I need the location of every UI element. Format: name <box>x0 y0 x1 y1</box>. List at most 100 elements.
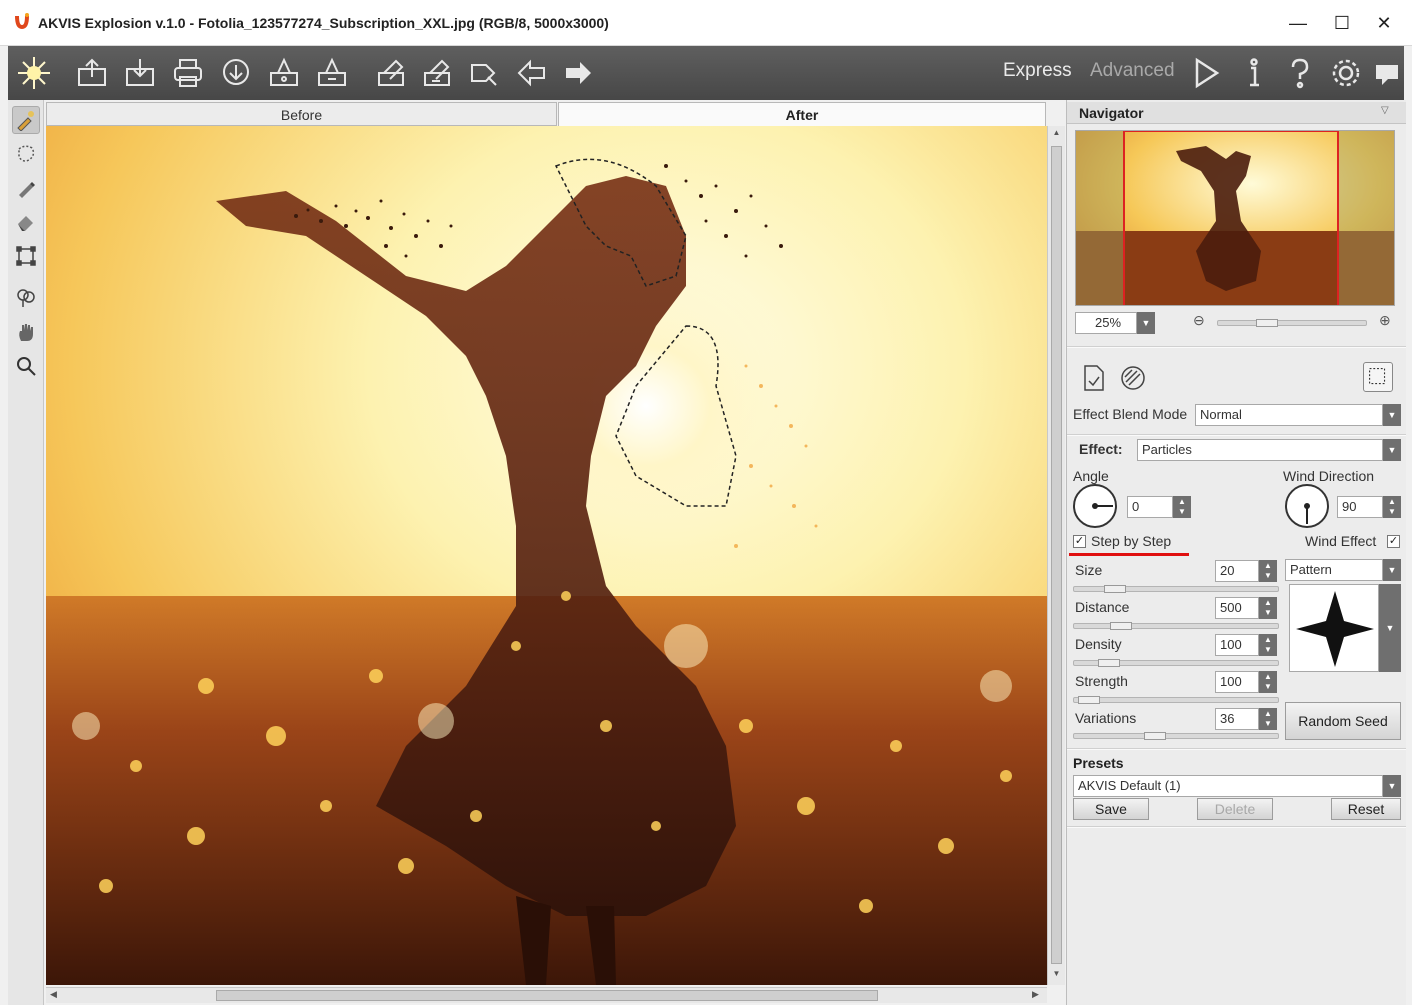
particle-shape-preview[interactable] <box>1289 584 1379 672</box>
navigator-preview[interactable] <box>1075 130 1395 306</box>
angle-dial[interactable] <box>1073 484 1117 528</box>
document-check-icon[interactable] <box>1081 364 1107 392</box>
zoom-slider[interactable] <box>1217 319 1367 327</box>
size-slider[interactable] <box>1073 585 1279 593</box>
chat-icon[interactable] <box>1370 55 1406 91</box>
tab-before[interactable]: Before <box>46 102 557 126</box>
variations-slider[interactable] <box>1073 732 1279 740</box>
distance-field[interactable]: 500 <box>1215 597 1259 619</box>
strength-field[interactable]: 100 <box>1215 671 1259 693</box>
density-label: Density <box>1075 636 1122 652</box>
background-tool-icon[interactable] <box>12 284 40 312</box>
angle-spinner[interactable]: ▲ ▼ <box>1173 496 1191 518</box>
preset-select[interactable]: AKVIS Default (1) <box>1073 775 1383 797</box>
save-preset-button[interactable]: Save <box>1073 798 1149 820</box>
photo-image <box>46 126 1047 985</box>
strength-spinner[interactable]: ▲ ▼ <box>1259 671 1277 693</box>
preset-dropdown-icon[interactable]: ▼ <box>1383 775 1401 797</box>
wind-direction-field[interactable]: 90 <box>1337 496 1383 518</box>
vertical-scrollbar[interactable]: ▲ ▼ <box>1047 126 1065 985</box>
wind-direction-label: Wind Direction <box>1283 468 1375 484</box>
tab-after[interactable]: After <box>558 102 1046 126</box>
highlight-underline <box>1069 553 1189 556</box>
scroll-down-arrow-icon[interactable]: ▼ <box>1050 969 1063 983</box>
maximize-button[interactable]: ☐ <box>1322 8 1362 38</box>
density-field[interactable]: 100 <box>1215 634 1259 656</box>
density-spinner[interactable]: ▲ ▼ <box>1259 634 1277 656</box>
shape-dropdown-icon[interactable]: ▼ <box>1379 584 1401 672</box>
save-image-icon[interactable] <box>122 55 158 91</box>
scroll-up-arrow-icon[interactable]: ▲ <box>1050 128 1063 142</box>
step-by-step-checkbox[interactable]: ✓ <box>1073 535 1086 548</box>
horizontal-scroll-thumb[interactable] <box>216 990 878 1001</box>
pattern-dropdown-icon[interactable]: ▼ <box>1383 559 1401 581</box>
random-seed-button[interactable]: Random Seed <box>1285 702 1401 740</box>
app-logo-icon <box>15 13 29 29</box>
image-canvas[interactable] <box>46 126 1047 985</box>
strength-slider[interactable] <box>1073 696 1279 704</box>
load-preset-icon[interactable] <box>374 55 410 91</box>
distance-spinner[interactable]: ▲ ▼ <box>1259 597 1277 619</box>
advanced-mode-button[interactable]: Advanced <box>1090 60 1175 82</box>
scroll-left-arrow-icon[interactable]: ◀ <box>50 989 57 1000</box>
undo-arrow-icon[interactable] <box>514 55 550 91</box>
distance-slider[interactable] <box>1073 622 1279 630</box>
save-preset-icon[interactable] <box>420 55 456 91</box>
horizontal-scrollbar[interactable]: ◀ ▶ <box>46 987 1047 1003</box>
close-button[interactable]: ✕ <box>1364 8 1404 38</box>
reset-preset-button[interactable]: Reset <box>1331 798 1401 820</box>
zoom-dropdown-icon[interactable]: ▼ <box>1137 312 1155 334</box>
settings-panel: Navigator ▽ 25% ▼ ⊖ ⊕ Effect Blend Mode … <box>1066 100 1406 1005</box>
main-toolbar: Express Advanced <box>8 46 1404 100</box>
open-image-icon[interactable] <box>74 55 110 91</box>
settings-gear-icon[interactable] <box>1328 55 1364 91</box>
info-icon[interactable] <box>1236 55 1272 91</box>
texture-icon[interactable] <box>1119 364 1147 392</box>
minimize-button[interactable]: — <box>1278 8 1318 38</box>
transform-icon[interactable] <box>12 242 40 270</box>
title-bar: AKVIS Explosion v.1.0 - Fotolia_12357727… <box>0 0 1412 46</box>
size-label: Size <box>1075 562 1103 578</box>
blend-mode-dropdown-icon[interactable]: ▼ <box>1383 404 1401 426</box>
run-play-icon[interactable] <box>1188 55 1224 91</box>
wind-direction-spinner[interactable]: ▲ ▼ <box>1383 496 1401 518</box>
effect-dropdown-icon[interactable]: ▼ <box>1383 439 1401 461</box>
collapse-chevron-icon[interactable]: ▽ <box>1381 105 1389 116</box>
divider <box>1067 346 1406 348</box>
effect-select[interactable]: Particles <box>1137 439 1383 461</box>
zoom-icon[interactable] <box>12 352 40 380</box>
explosion-brush-icon[interactable] <box>12 106 40 134</box>
export-strokes-icon[interactable] <box>314 55 350 91</box>
scroll-right-arrow-icon[interactable]: ▶ <box>1032 989 1039 1000</box>
wind-direction-dial[interactable] <box>1285 484 1329 528</box>
variations-spinner[interactable]: ▲ ▼ <box>1259 708 1277 730</box>
angle-field[interactable]: 0 <box>1127 496 1173 518</box>
app-burst-icon[interactable] <box>16 55 52 91</box>
size-spinner[interactable]: ▲ ▼ <box>1259 560 1277 582</box>
size-field[interactable]: 20 <box>1215 560 1259 582</box>
pattern-select[interactable]: Pattern <box>1285 559 1383 581</box>
share-icon[interactable] <box>218 55 254 91</box>
import-strokes-icon[interactable] <box>266 55 302 91</box>
brush-settings-icon[interactable] <box>466 55 502 91</box>
effect-label: Effect: <box>1079 441 1123 457</box>
help-icon[interactable] <box>1282 55 1318 91</box>
redo-arrow-icon[interactable] <box>560 55 596 91</box>
wind-effect-checkbox[interactable]: ✓ <box>1387 535 1400 548</box>
zoom-out-icon[interactable]: ⊖ <box>1193 312 1205 329</box>
delete-preset-button[interactable]: Delete <box>1197 798 1273 820</box>
vertical-scroll-thumb[interactable] <box>1051 146 1062 964</box>
blend-mode-select[interactable]: Normal <box>1195 404 1383 426</box>
density-slider[interactable] <box>1073 659 1279 667</box>
background-mode-icon[interactable] <box>1363 362 1393 392</box>
variations-label: Variations <box>1075 710 1137 726</box>
zoom-in-icon[interactable]: ⊕ <box>1379 312 1391 329</box>
lasso-icon[interactable] <box>12 140 40 168</box>
eraser-icon[interactable] <box>12 208 40 236</box>
pencil-icon[interactable] <box>12 174 40 202</box>
variations-field[interactable]: 36 <box>1215 708 1259 730</box>
zoom-field[interactable]: 25% <box>1075 312 1137 334</box>
hand-icon[interactable] <box>12 318 40 346</box>
print-icon[interactable] <box>170 55 206 91</box>
express-mode-button[interactable]: Express <box>1003 60 1072 82</box>
